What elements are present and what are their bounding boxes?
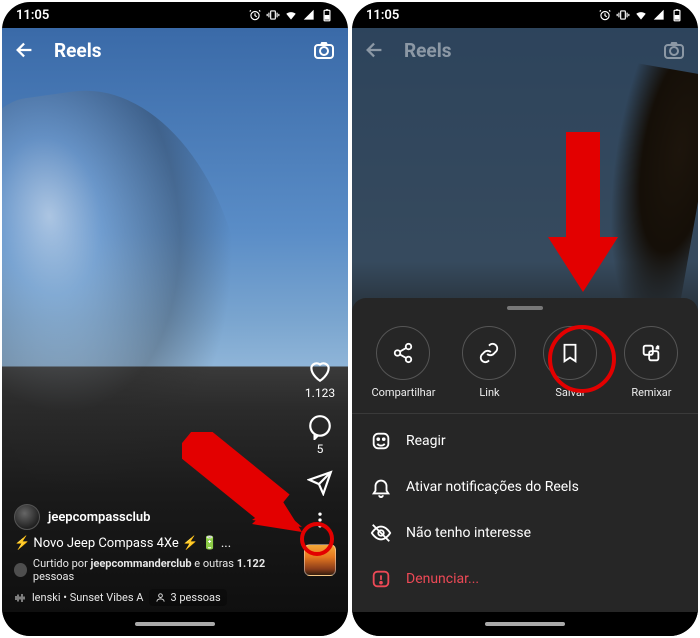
status-bar: 11:05 xyxy=(352,2,698,28)
battery-icon xyxy=(320,8,334,22)
share-action[interactable] xyxy=(307,470,333,496)
app-header: Reels xyxy=(2,28,348,72)
android-nav[interactable] xyxy=(2,612,348,636)
heart-icon xyxy=(307,358,333,384)
report-icon xyxy=(370,568,392,590)
wifi-icon xyxy=(634,8,648,22)
avatar xyxy=(14,504,40,530)
audio-icon xyxy=(14,592,26,604)
audio-row[interactable]: lenski • Sunset Vibes A 3 pessoas xyxy=(14,589,288,606)
reel-actions: 1.123 5 xyxy=(304,358,336,576)
status-icons xyxy=(248,8,334,22)
car-reflection xyxy=(2,72,269,504)
header-title: Reels xyxy=(404,39,451,62)
like-count: 1.123 xyxy=(305,386,335,400)
comment-count: 5 xyxy=(317,442,324,456)
options-sheet: Compartilhar Link Salvar Remixar xyxy=(352,298,698,612)
bell-icon xyxy=(370,476,392,498)
react-icon xyxy=(370,430,392,452)
tagged-people-chip[interactable]: 3 pessoas xyxy=(149,589,226,606)
android-nav[interactable] xyxy=(352,612,698,636)
react-item[interactable]: Reagir xyxy=(352,418,698,464)
back-icon[interactable] xyxy=(14,39,36,61)
eye-off-icon xyxy=(370,522,392,544)
sheet-quick-actions: Compartilhar Link Salvar Remixar xyxy=(352,320,698,414)
share-icon xyxy=(392,342,414,364)
user-row[interactable]: jeepcompassclub xyxy=(14,504,288,530)
remix-button[interactable]: Remixar xyxy=(624,326,678,399)
comment-action[interactable]: 5 xyxy=(307,414,333,456)
reel-info: jeepcompassclub ⚡ Novo Jeep Compass 4Xe … xyxy=(14,504,288,606)
clock: 11:05 xyxy=(366,8,399,23)
not-interested-item[interactable]: Não tenho interesse xyxy=(352,510,698,556)
vibrate-icon xyxy=(266,8,280,22)
bookmark-icon xyxy=(559,342,581,364)
more-action[interactable] xyxy=(310,510,330,530)
wifi-icon xyxy=(284,8,298,22)
send-icon xyxy=(307,470,333,496)
like-action[interactable]: 1.123 xyxy=(305,358,335,400)
status-icons xyxy=(598,8,684,22)
audio-thumbnail[interactable] xyxy=(304,544,336,576)
comment-icon xyxy=(307,414,333,440)
signal-icon xyxy=(652,8,666,22)
header-title: Reels xyxy=(54,39,101,62)
link-icon xyxy=(478,342,500,364)
clock: 11:05 xyxy=(16,8,49,23)
notifications-item[interactable]: Ativar notificações do Reels xyxy=(352,464,698,510)
liked-by[interactable]: Curtido por jeepcommanderclub e outras 1… xyxy=(14,557,288,583)
vibrate-icon xyxy=(616,8,630,22)
camera-icon xyxy=(662,38,686,62)
alarm-icon xyxy=(598,8,612,22)
save-button[interactable]: Salvar xyxy=(543,326,597,399)
report-item[interactable]: Denunciar... xyxy=(352,556,698,602)
more-icon xyxy=(310,510,330,530)
person-icon xyxy=(155,592,166,603)
battery-icon xyxy=(670,8,684,22)
sheet-list: Reagir Ativar notificações do Reels Não … xyxy=(352,414,698,606)
back-icon xyxy=(364,39,386,61)
phone-right: 11:05 Reels Compartilhar xyxy=(352,2,698,636)
sheet-grabber[interactable] xyxy=(507,306,543,310)
remix-icon xyxy=(640,342,662,364)
signal-icon xyxy=(302,8,316,22)
camera-icon[interactable] xyxy=(312,38,336,62)
status-bar: 11:05 xyxy=(2,2,348,28)
link-button[interactable]: Link xyxy=(462,326,516,399)
phone-left: 11:05 Reels 1.123 5 xyxy=(2,2,348,636)
liker-avatar xyxy=(14,563,27,577)
app-header-dim: Reels xyxy=(352,28,698,72)
caption[interactable]: ⚡ Novo Jeep Compass 4Xe ⚡ 🔋 ... xyxy=(14,536,288,551)
share-button[interactable]: Compartilhar xyxy=(372,326,436,399)
alarm-icon xyxy=(248,8,262,22)
username: jeepcompassclub xyxy=(48,510,150,525)
